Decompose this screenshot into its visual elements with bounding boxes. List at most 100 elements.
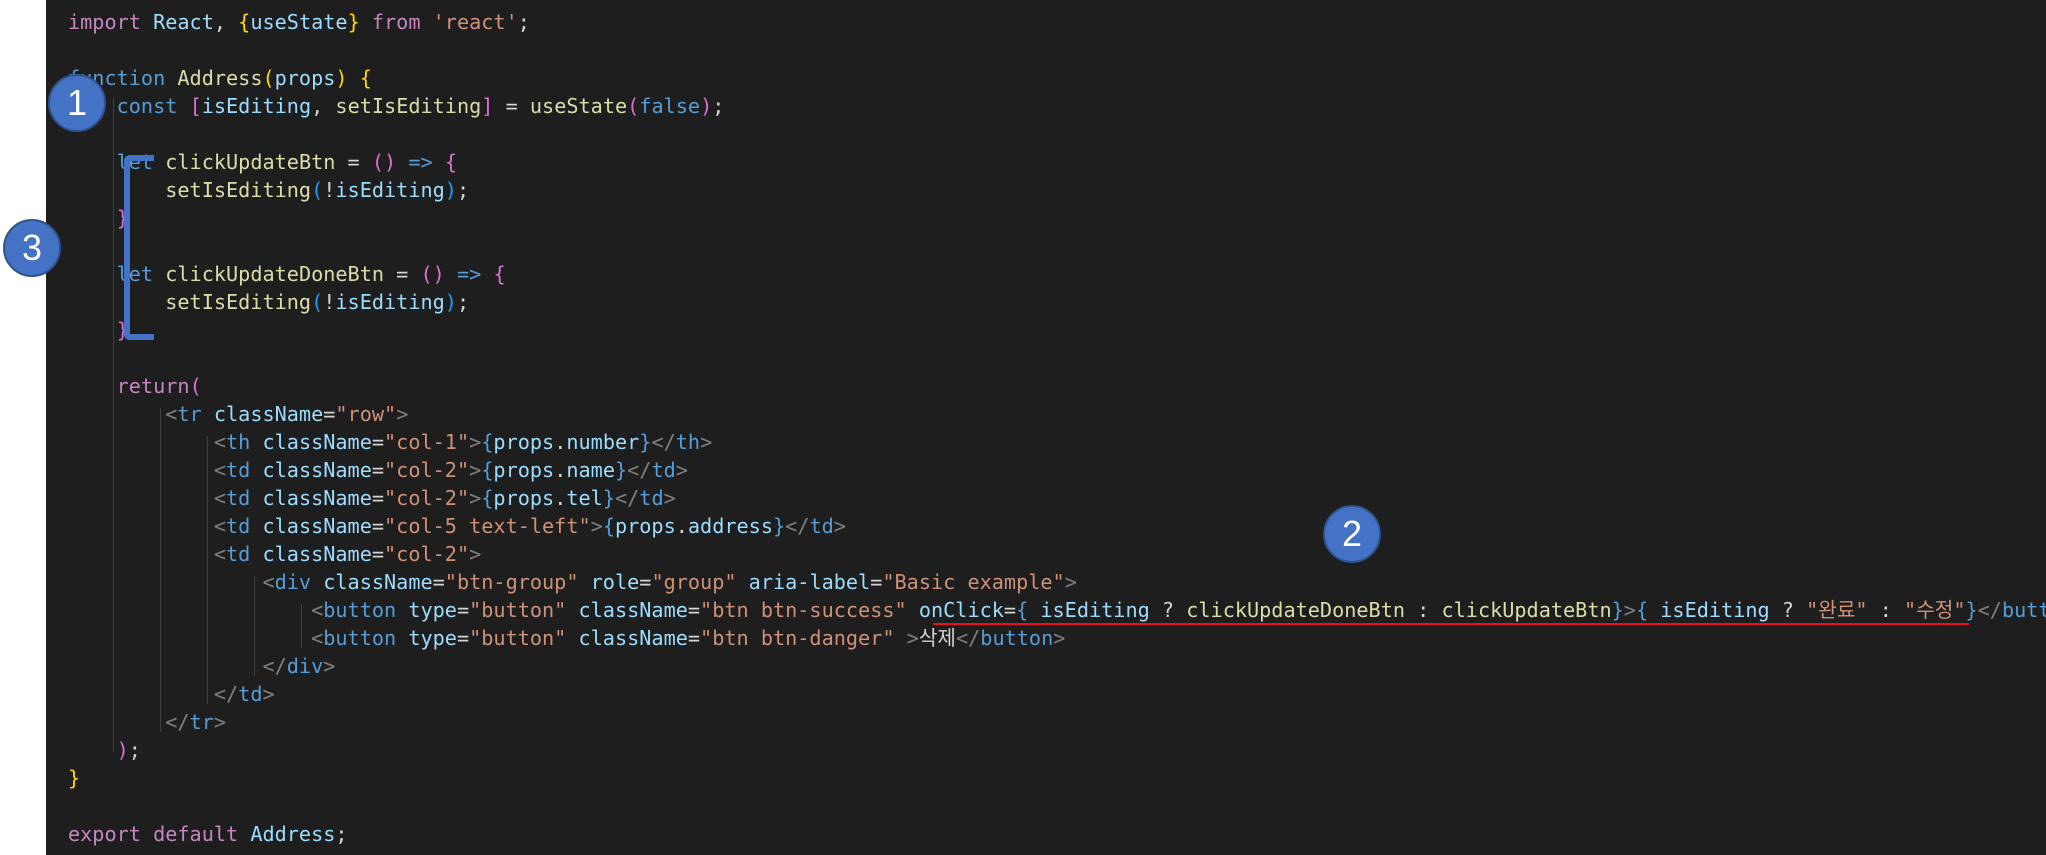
code-line[interactable]: <button type="button" className="btn btn… — [68, 596, 2046, 624]
code-token: { — [481, 486, 494, 510]
code-line[interactable]: } — [68, 316, 129, 344]
code-token: props — [493, 458, 555, 482]
code-token: div — [274, 570, 312, 594]
code-token: { — [238, 10, 251, 34]
code-line[interactable]: <div className="btn-group" role="group" … — [68, 568, 1077, 596]
code-token: clickUpdateBtn — [1441, 598, 1612, 622]
annotation-badge-1: 1 — [48, 74, 106, 132]
code-token: > — [833, 514, 846, 538]
code-token: , — [311, 94, 336, 118]
code-token: 'react' — [432, 10, 518, 34]
code-line[interactable]: <td className="col-2">{props.tel}</td> — [68, 484, 676, 512]
code-token: < — [213, 486, 227, 510]
code-token: ( — [311, 290, 324, 314]
code-line[interactable]: } — [68, 764, 80, 792]
code-token: tr — [189, 710, 214, 734]
code-token: < — [311, 598, 324, 622]
code-token: "group" — [651, 570, 737, 594]
code-editor[interactable]: import React, {useState} from 'react'; fu… — [46, 0, 2046, 855]
code-token: "row" — [335, 402, 397, 426]
code-token: "col-5 text-left" — [384, 514, 591, 538]
code-line[interactable]: return( — [68, 372, 202, 400]
code-token: > — [262, 682, 275, 706]
code-token: { — [481, 458, 494, 482]
code-token: </ — [262, 654, 287, 678]
code-token: button — [323, 626, 397, 650]
code-line[interactable]: </td> — [68, 680, 275, 708]
code-line[interactable]: <button type="button" className="btn btn… — [68, 624, 1065, 652]
code-line[interactable]: } — [68, 204, 129, 232]
code-token: className — [262, 514, 372, 538]
code-token: setIsEditing — [165, 290, 312, 314]
code-token: } — [1965, 598, 1978, 622]
code-token: th — [675, 430, 701, 454]
code-token: { — [602, 514, 615, 538]
code-token: = — [371, 542, 385, 566]
code-token: => — [396, 150, 445, 174]
code-token: "col-1" — [384, 430, 470, 454]
code-token: = — [335, 150, 372, 174]
code-token: ; — [517, 10, 530, 34]
code-token: = — [870, 570, 883, 594]
code-line[interactable]: </tr> — [68, 708, 226, 736]
code-line[interactable]: <td className="col-2">{props.name}</td> — [68, 456, 688, 484]
code-line[interactable]: export default Address; — [68, 820, 348, 848]
annotation-badge-3: 3 — [3, 219, 61, 277]
code-token: address — [687, 514, 773, 538]
code-line[interactable]: function Address(props) { — [68, 64, 372, 92]
code-token: tr — [177, 402, 202, 426]
code-token: props — [493, 430, 555, 454]
code-token: clickUpdateDoneBtn — [165, 262, 385, 286]
code-token: "button" — [469, 626, 567, 650]
code-token: = — [687, 598, 701, 622]
code-line[interactable]: </div> — [68, 652, 335, 680]
code-token: = — [371, 486, 385, 510]
code-line[interactable]: const [isEditing, setIsEditing] = useSta… — [68, 92, 725, 120]
code-token: . — [675, 514, 688, 538]
code-token: const — [116, 94, 190, 118]
code-token: tel — [566, 486, 603, 510]
code-token: ; — [456, 290, 470, 314]
code-token: = — [639, 570, 652, 594]
code-token: ? — [1769, 598, 1807, 622]
code-token: false — [639, 94, 701, 118]
code-token: () — [371, 150, 397, 174]
code-token: button — [2001, 598, 2046, 622]
code-token: </ — [1977, 598, 2002, 622]
code-token: isEditing — [335, 178, 445, 202]
code-token: = — [432, 570, 445, 594]
code-line[interactable]: ); — [68, 736, 141, 764]
code-token: name — [566, 458, 615, 482]
code-token: > — [1064, 570, 1077, 594]
code-token: = — [456, 626, 470, 650]
code-token: Address — [177, 66, 263, 90]
code-token: td — [226, 542, 251, 566]
code-token: className — [262, 458, 372, 482]
code-token: > — [469, 430, 482, 454]
annotation-underline — [933, 623, 1969, 625]
code-token: < — [213, 458, 227, 482]
code-line[interactable]: import React, {useState} from 'react'; — [68, 8, 530, 36]
code-token: "Basic example" — [882, 570, 1065, 594]
code-token: ( — [189, 374, 202, 398]
code-line[interactable]: <td className="col-5 text-left">{props.a… — [68, 512, 846, 540]
code-line[interactable]: <td className="col-2"> — [68, 540, 481, 568]
code-token: import — [68, 10, 154, 34]
code-token: > — [906, 626, 919, 650]
code-line[interactable]: <tr className="row"> — [68, 400, 408, 428]
code-token: number — [566, 430, 640, 454]
code-token: = — [687, 626, 701, 650]
code-token: < — [262, 570, 275, 594]
code-token: isEditing — [1660, 598, 1770, 622]
code-token: < — [213, 430, 227, 454]
code-line[interactable]: <th className="col-1">{props.number}</th… — [68, 428, 712, 456]
